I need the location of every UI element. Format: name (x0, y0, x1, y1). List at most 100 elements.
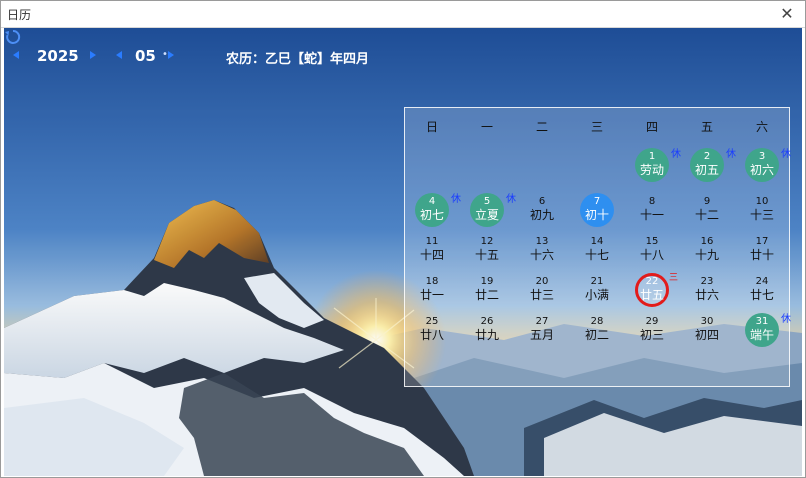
window-title: 日历 (7, 8, 32, 22)
weekday-label: 五 (700, 120, 713, 134)
lunar-date: 廿六 (694, 288, 719, 302)
day-number: 31 (755, 316, 769, 327)
weekday-label: 四 (645, 120, 658, 134)
day-number: 10 (755, 196, 769, 207)
day-number: 24 (755, 276, 769, 287)
day-cell[interactable]: 13 十六 (517, 233, 567, 269)
day-cell[interactable]: 29 初三 (627, 313, 677, 349)
refresh-icon[interactable] (4, 28, 22, 46)
lunar-date: 廿三 (529, 288, 554, 302)
weekday-label: 六 (755, 120, 768, 134)
lunar-date: 廿九 (474, 328, 499, 342)
day-cell[interactable]: 6 初九 (517, 193, 567, 229)
lunar-year-label: 农历：乙巳【蛇】年四月 (226, 52, 370, 67)
day-number: 5 (483, 196, 491, 207)
day-number: 18 (425, 276, 439, 287)
lunar-date: 十四 (419, 248, 444, 262)
day-number: 28 (590, 316, 604, 327)
lunar-date: 十七 (584, 248, 609, 262)
lunar-date: 廿二 (474, 288, 499, 302)
lunar-date: 十五 (474, 248, 499, 262)
day-cell[interactable]: 27 五月 (517, 313, 567, 349)
lunar-date: 廿十 (749, 248, 774, 262)
day-cell[interactable]: 31 端午休 (737, 313, 791, 349)
prev-year-arrow-icon[interactable] (13, 51, 19, 59)
year-label[interactable]: 2025 (37, 47, 79, 65)
day-number: 1 (648, 151, 656, 162)
lunar-date: 初五 (694, 163, 719, 177)
day-cell[interactable]: 23 廿六 (682, 273, 732, 309)
lunar-date: 初三 (639, 328, 664, 342)
lunar-date: 廿一 (419, 288, 444, 302)
day-number: 4 (428, 196, 436, 207)
day-number: 21 (590, 276, 604, 287)
day-number: 7 (593, 196, 601, 207)
day-number: 20 (535, 276, 549, 287)
day-number: 19 (480, 276, 494, 287)
day-cell[interactable]: 18 廿一 (407, 273, 457, 309)
day-cell[interactable]: 24 廿七 (737, 273, 787, 309)
lunar-date: 初九 (529, 208, 554, 222)
day-cell[interactable]: 12 十五 (462, 233, 512, 269)
day-cell[interactable]: 14 十七 (572, 233, 622, 269)
day-number: 15 (645, 236, 659, 247)
day-cell[interactable]: 5 立夏休 (462, 193, 516, 229)
day-cell[interactable]: 11 十四 (407, 233, 457, 269)
rest-day-badge: 休 (781, 314, 791, 325)
day-cell[interactable]: 2 初五休 (682, 148, 736, 184)
lunar-date: 端午 (749, 328, 774, 342)
day-cell[interactable]: 8 十一 (627, 193, 677, 229)
lunar-date: 廿七 (749, 288, 774, 302)
lunar-date: 十一 (639, 208, 664, 222)
day-cell[interactable]: 22 廿五三 (627, 273, 678, 309)
day-cell[interactable]: 7 初十 (572, 193, 622, 229)
day-cell[interactable]: 10 十三 (737, 193, 787, 229)
weekday-label: 二 (535, 120, 548, 134)
day-cell[interactable]: 3 初六休 (737, 148, 791, 184)
month-label[interactable]: 05 (135, 47, 156, 65)
day-cell[interactable]: 19 廿二 (462, 273, 512, 309)
day-number: 30 (700, 316, 714, 327)
weekday-label: 三 (590, 120, 603, 134)
lunar-date: 初七 (419, 208, 444, 222)
lunar-date: 初六 (749, 163, 774, 177)
next-month-arrow-icon[interactable] (168, 51, 174, 59)
day-number: 17 (755, 236, 769, 247)
day-cell[interactable]: 25 廿八 (407, 313, 457, 349)
lunar-date: 初四 (694, 328, 719, 342)
lunar-date: 五月 (529, 328, 554, 342)
close-button[interactable]: ✕ (777, 4, 797, 24)
day-cell[interactable]: 26 廿九 (462, 313, 512, 349)
lunar-date: 廿八 (419, 328, 444, 342)
day-number: 23 (700, 276, 714, 287)
day-cell[interactable]: 28 初二 (572, 313, 622, 349)
day-cell[interactable]: 16 十九 (682, 233, 732, 269)
day-cell[interactable]: 1 劳动休 (627, 148, 681, 184)
lunar-date: 十六 (529, 248, 554, 262)
day-number: 11 (425, 236, 439, 247)
day-number: 14 (590, 236, 604, 247)
day-number: 12 (480, 236, 494, 247)
day-cell[interactable]: 9 十二 (682, 193, 732, 229)
lunar-date: 初十 (584, 208, 609, 222)
next-year-arrow-icon[interactable] (90, 51, 96, 59)
day-number: 26 (480, 316, 494, 327)
day-cell[interactable]: 15 十八 (627, 233, 677, 269)
prev-month-arrow-icon[interactable] (116, 51, 122, 59)
lunar-date: 劳动 (639, 163, 664, 177)
day-number: 9 (703, 196, 711, 207)
rest-day-badge: 休 (451, 194, 461, 205)
day-cell[interactable]: 4 初七休 (407, 193, 461, 229)
day-cell[interactable]: 21 小满 (572, 273, 622, 309)
day-cell[interactable]: 17 廿十 (737, 233, 787, 269)
day-number: 2 (703, 151, 711, 162)
day-number: 25 (425, 316, 439, 327)
weekday-label: 日 (425, 120, 438, 134)
rest-day-badge: 休 (506, 194, 516, 205)
day-cell[interactable]: 30 初四 (682, 313, 732, 349)
lunar-date: 十九 (694, 248, 719, 262)
day-number: 16 (700, 236, 714, 247)
day-number: 13 (535, 236, 549, 247)
day-cell[interactable]: 20 廿三 (517, 273, 567, 309)
weekday-header: 日一二三四五六 (405, 118, 789, 138)
